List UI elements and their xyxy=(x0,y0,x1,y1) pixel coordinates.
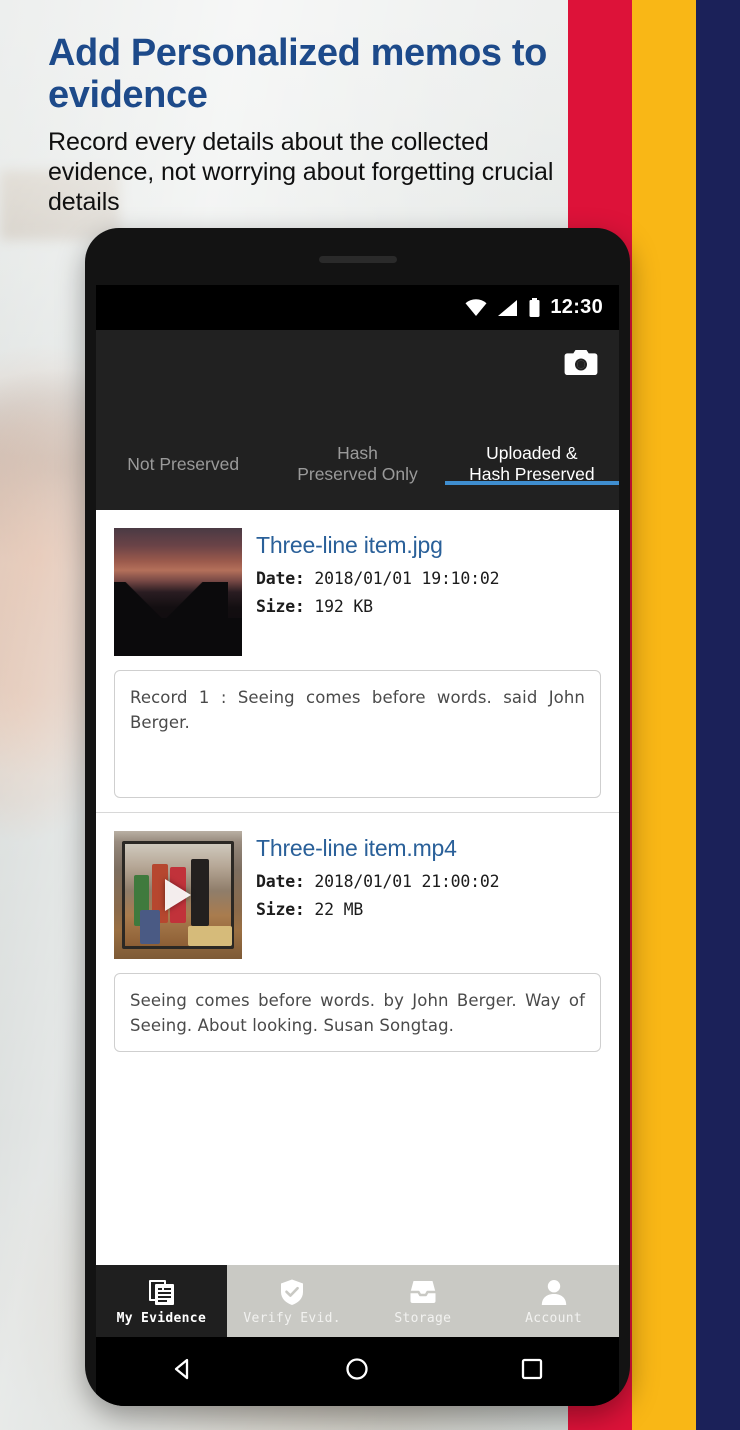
size-label: Size: xyxy=(256,900,305,919)
wifi-icon xyxy=(465,298,487,316)
tab-bar: Not Preserved Hash Preserved Only Upload… xyxy=(96,418,619,510)
evidence-memo-field[interactable]: Record 1 : Seeing comes before words. sa… xyxy=(114,670,601,798)
shield-check-icon xyxy=(278,1277,306,1307)
evidence-date-row: Date: 2018/01/01 21:00:02 xyxy=(256,872,500,891)
person-icon xyxy=(540,1277,568,1307)
size-value: 192 KB xyxy=(314,597,373,616)
evidence-memo-field[interactable]: Seeing comes before words. by John Berge… xyxy=(114,973,601,1052)
android-system-nav xyxy=(96,1337,619,1406)
tab-not-preserved[interactable]: Not Preserved xyxy=(96,454,270,475)
page-title: Add Personalized memos to evidence xyxy=(48,32,547,116)
list-item[interactable]: Three-line item.mp4 Date: 2018/01/01 21:… xyxy=(96,813,619,1066)
accent-bar-navy xyxy=(696,0,740,1430)
phone-earpiece-speaker xyxy=(318,256,397,263)
evidence-date-row: Date: 2018/01/01 19:10:02 xyxy=(256,569,500,588)
status-bar-clock: 12:30 xyxy=(550,296,603,318)
evidence-item-header: Three-line item.mp4 Date: 2018/01/01 21:… xyxy=(114,831,601,959)
camera-icon[interactable] xyxy=(563,348,599,378)
date-value: 2018/01/01 19:10:02 xyxy=(314,569,500,588)
evidence-item-meta: Three-line item.jpg Date: 2018/01/01 19:… xyxy=(256,528,500,656)
tab-uploaded-and-hash-preserved[interactable]: Uploaded & Hash Preserved xyxy=(444,443,619,485)
phone-device-frame: 12:30 Not Preserved Hash Preserved Only xyxy=(85,228,630,1406)
date-value: 2018/01/01 21:00:02 xyxy=(314,872,500,891)
sunset-house-photo-thumbnail[interactable] xyxy=(114,528,242,656)
date-label: Date: xyxy=(256,872,305,891)
nav-item-label: Verify Evid. xyxy=(243,1310,341,1326)
app-bar: Not Preserved Hash Preserved Only Upload… xyxy=(96,330,619,510)
accent-bar-yellow xyxy=(632,0,696,1430)
tab-label-line1: Uploaded & xyxy=(486,443,578,463)
page-subtitle: Record every details about the collected… xyxy=(48,128,554,216)
nav-item-label: Account xyxy=(525,1310,583,1326)
evidence-file-name[interactable]: Three-line item.jpg xyxy=(256,530,499,560)
tab-hash-preserved-only[interactable]: Hash Preserved Only xyxy=(270,443,444,485)
phone-screen: 12:30 Not Preserved Hash Preserved Only xyxy=(96,285,619,1337)
nav-item-my-evidence[interactable]: My Evidence xyxy=(96,1265,227,1337)
tab-label-line1: Hash xyxy=(337,443,378,463)
headline-block: Add Personalized memos to evidence Recor… xyxy=(48,32,578,217)
tab-label-line2: Preserved Only xyxy=(297,464,418,484)
play-triangle-icon[interactable] xyxy=(165,879,191,911)
cellular-signal-icon xyxy=(498,299,518,316)
battery-icon xyxy=(529,297,540,317)
size-value: 22 MB xyxy=(314,900,364,919)
evidence-item-header: Three-line item.jpg Date: 2018/01/01 19:… xyxy=(114,528,601,656)
nav-item-storage[interactable]: Storage xyxy=(358,1265,489,1337)
inbox-tray-icon xyxy=(409,1277,437,1307)
evidence-size-row: Size: 22 MB xyxy=(256,900,499,919)
evidence-file-name[interactable]: Three-line item.mp4 xyxy=(256,833,499,863)
bottom-navigation-bar: My Evidence Verify Evid. Storage Account xyxy=(96,1265,619,1337)
nav-item-label: My Evidence xyxy=(116,1310,207,1326)
status-bar: 12:30 xyxy=(96,285,619,330)
triangle-back-icon[interactable] xyxy=(168,1354,198,1389)
date-label: Date: xyxy=(256,569,305,588)
nav-item-label: Storage xyxy=(394,1310,452,1326)
nav-item-account[interactable]: Account xyxy=(488,1265,619,1337)
documents-stack-icon xyxy=(147,1277,175,1307)
evidence-item-meta: Three-line item.mp4 Date: 2018/01/01 21:… xyxy=(256,831,500,959)
tab-active-indicator xyxy=(444,481,619,485)
video-scene-thumbnail[interactable] xyxy=(114,831,242,959)
evidence-size-row: Size: 192 KB xyxy=(256,597,499,616)
nav-item-verify-evidence[interactable]: Verify Evid. xyxy=(227,1265,358,1337)
list-item[interactable]: Three-line item.jpg Date: 2018/01/01 19:… xyxy=(96,510,619,812)
tab-label: Not Preserved xyxy=(127,453,240,474)
circle-home-icon[interactable] xyxy=(342,1354,372,1389)
square-recents-icon[interactable] xyxy=(517,1354,547,1389)
evidence-list: Three-line item.jpg Date: 2018/01/01 19:… xyxy=(96,510,619,1066)
size-label: Size: xyxy=(256,597,305,616)
